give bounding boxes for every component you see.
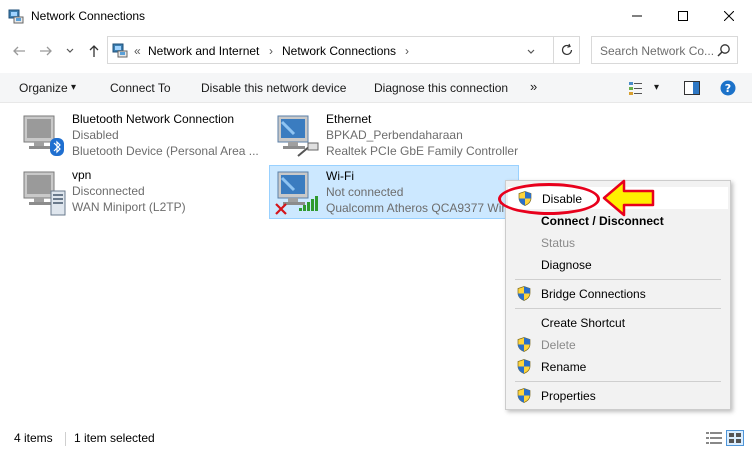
status-divider — [65, 432, 66, 446]
menu-separator — [515, 279, 721, 280]
maximize-icon — [678, 11, 688, 21]
title-bar: Network Connections — [0, 0, 752, 32]
up-button[interactable] — [84, 41, 104, 61]
menu-item-diagnose[interactable]: Diagnose — [508, 254, 728, 276]
details-view-icon — [706, 432, 722, 444]
chevron-down-icon — [527, 49, 535, 54]
annotation-arrow-icon — [602, 179, 655, 217]
address-dropdown[interactable] — [526, 46, 536, 60]
menu-item-label: Diagnose — [541, 258, 592, 272]
close-icon — [724, 11, 734, 21]
connection-status: Not connected — [326, 185, 404, 199]
selection-count: 1 item selected — [74, 431, 155, 445]
preview-pane-button[interactable] — [684, 81, 700, 98]
connection-name: vpn — [72, 168, 92, 182]
more-commands-button[interactable]: » — [530, 79, 537, 94]
connect-to-button[interactable]: Connect To — [110, 81, 171, 95]
search-input[interactable]: Search Network Co... — [600, 44, 714, 58]
maximize-button[interactable] — [660, 0, 706, 32]
back-button[interactable] — [9, 41, 29, 61]
arrow-up-icon — [89, 45, 99, 57]
window-title: Network Connections — [31, 9, 146, 23]
details-view-icon — [629, 82, 642, 95]
help-button[interactable]: ? — [720, 80, 736, 99]
uac-shield-icon — [517, 388, 531, 403]
disable-device-button[interactable]: Disable this network device — [201, 81, 346, 95]
disconnected-x-icon — [275, 203, 287, 215]
server-icon — [50, 190, 66, 216]
menu-item-status[interactable]: Status — [508, 232, 728, 254]
annotation-highlight-ellipse — [498, 183, 600, 215]
view-dropdown-icon[interactable]: ▾ — [654, 82, 659, 93]
chevron-down-icon — [66, 48, 74, 53]
breadcrumb-separator: › — [269, 44, 273, 58]
connection-vpn[interactable]: vpn Disconnected WAN Miniport (L2TP) — [20, 168, 260, 220]
search-box[interactable]: Search Network Co... — [591, 36, 738, 64]
menu-separator — [515, 381, 721, 382]
command-bar: Organize ▾ Connect To Disable this netwo… — [0, 73, 752, 103]
connection-status: BPKAD_Perbendaharaan — [326, 128, 463, 142]
help-icon: ? — [720, 80, 736, 96]
network-folder-icon — [112, 43, 128, 58]
ethernet-cable-icon — [297, 142, 319, 157]
address-overflow[interactable]: « — [134, 44, 141, 58]
connection-name: Ethernet — [326, 112, 372, 126]
uac-shield-icon — [517, 337, 531, 352]
connection-device: WAN Miniport (L2TP) — [72, 200, 186, 214]
menu-item-label: Rename — [541, 360, 587, 374]
minimize-icon — [632, 15, 642, 17]
menu-item-delete[interactable]: Delete — [508, 334, 728, 356]
connection-device: Realtek PCIe GbE Family Controller — [326, 144, 519, 158]
large-icons-view-toggle[interactable] — [726, 430, 744, 446]
details-view-toggle[interactable] — [706, 431, 722, 448]
connection-device: Bluetooth Device (Personal Area ... — [72, 144, 258, 158]
menu-item-rename[interactable]: Rename — [508, 356, 728, 378]
search-icon — [717, 44, 730, 57]
menu-item-label: Properties — [541, 389, 596, 403]
breadcrumb-network-connections[interactable]: Network Connections — [282, 44, 396, 58]
change-view-button[interactable] — [628, 80, 644, 99]
close-button[interactable] — [706, 0, 752, 32]
menu-separator — [515, 308, 721, 309]
menu-item-label: Bridge Connections — [541, 287, 646, 301]
menu-item-label: Create Shortcut — [541, 316, 626, 330]
item-count: 4 items — [14, 431, 53, 445]
connection-wifi[interactable]: Wi-Fi Not connected Qualcomm Atheros QCA… — [269, 165, 519, 219]
forward-button[interactable] — [36, 41, 56, 61]
organize-button[interactable]: Organize — [19, 81, 68, 95]
network-connections-app-icon — [8, 9, 24, 24]
menu-item-create-shortcut[interactable]: Create Shortcut — [508, 312, 728, 334]
menu-item-bridge-connections[interactable]: Bridge Connections — [508, 283, 728, 305]
minimize-button[interactable] — [614, 0, 660, 32]
connection-device: Qualcomm Atheros QCA9377 Wir — [326, 201, 506, 215]
organize-dropdown-icon[interactable]: ▾ — [71, 82, 76, 93]
connection-status: Disabled — [72, 128, 119, 142]
connection-bluetooth[interactable]: Bluetooth Network Connection Disabled Bl… — [20, 112, 270, 164]
svg-text:?: ? — [725, 82, 731, 95]
recent-locations-button[interactable] — [60, 41, 80, 61]
breadcrumb-separator-end[interactable]: › — [405, 44, 409, 58]
connection-status: Disconnected — [72, 184, 145, 198]
status-bar: 4 items 1 item selected — [0, 426, 752, 450]
connection-name: Bluetooth Network Connection — [72, 112, 235, 126]
bluetooth-icon — [50, 138, 64, 156]
menu-item-label: Status — [541, 236, 576, 250]
breadcrumb-network-and-internet[interactable]: Network and Internet — [148, 44, 259, 58]
address-bar[interactable]: « Network and Internet › Network Connect… — [107, 36, 580, 64]
refresh-button[interactable] — [553, 36, 580, 64]
arrow-right-icon — [40, 46, 52, 56]
menu-item-label: Delete — [541, 338, 576, 352]
menu-item-properties[interactable]: Properties — [508, 385, 728, 407]
uac-shield-icon — [517, 286, 531, 301]
refresh-icon — [561, 43, 573, 56]
diagnose-connection-button[interactable]: Diagnose this connection — [374, 81, 508, 95]
arrow-left-icon — [13, 46, 25, 56]
connection-name: Wi-Fi — [326, 169, 354, 183]
tiles-view-icon — [729, 433, 741, 443]
uac-shield-icon — [517, 359, 531, 374]
preview-pane-icon — [684, 81, 700, 95]
connection-ethernet[interactable]: Ethernet BPKAD_Perbendaharaan Realtek PC… — [274, 112, 518, 164]
signal-bars-icon — [299, 196, 318, 211]
